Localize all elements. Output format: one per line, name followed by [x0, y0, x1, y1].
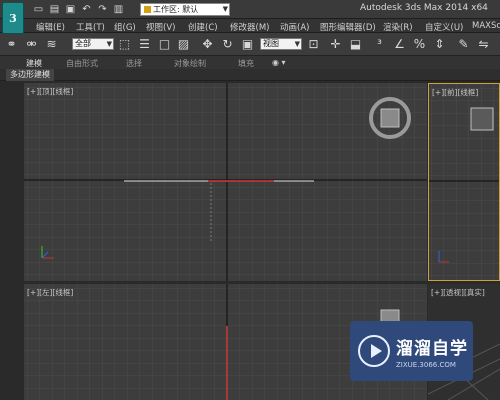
viewcube-front-icon[interactable]	[470, 107, 494, 131]
viewport-front-grid	[429, 84, 499, 280]
tab-selection[interactable]: 选择	[126, 58, 142, 69]
workspace-icon	[144, 6, 151, 13]
viewport-top[interactable]: [+][顶][线框]	[24, 83, 427, 281]
menu-bar: 编辑(E) 工具(T) 组(G) 视图(V) 创建(C) 修改器(M) 动画(A…	[0, 19, 500, 33]
chevron-down-icon: ▼	[294, 40, 300, 48]
watermark-url: ZIXUE.3066.COM	[396, 360, 456, 369]
workspace-dropdown[interactable]: 工作区: 默认 ▼	[140, 3, 230, 16]
menu-edit[interactable]: 编辑(E)	[36, 21, 65, 33]
pivot-center-icon[interactable]: ⊡	[306, 37, 321, 52]
tab-object-paint[interactable]: 对象绘制	[174, 58, 206, 69]
project-folder-icon[interactable]: ▥	[112, 3, 125, 16]
snaps-toggle-icon[interactable]: ³	[372, 37, 387, 52]
tab-freeform[interactable]: 自由形式	[66, 58, 98, 69]
redo-icon[interactable]: ↷	[96, 3, 109, 16]
tab-modeling[interactable]: 建模	[26, 58, 42, 69]
menu-graph-editors[interactable]: 图形编辑器(D)	[320, 21, 376, 33]
chevron-down-icon: ▼	[222, 5, 228, 13]
move-icon[interactable]: ✥	[200, 37, 215, 52]
spinner-snap-icon[interactable]: ⇕	[432, 37, 447, 52]
menu-view[interactable]: 视图(V)	[146, 21, 175, 33]
selection-filter-dropdown[interactable]: 全部 ▼	[72, 38, 114, 50]
select-object-icon[interactable]: ⬚	[117, 37, 132, 52]
bind-spacewarp-icon[interactable]: ≋	[44, 37, 59, 52]
title-bar: 3 ▭ ▤ ▣ ↶ ↷ ▥ 工作区: 默认 ▼ Autodesk 3ds Max…	[0, 0, 500, 34]
menu-customize[interactable]: 自定义(U)	[425, 21, 463, 33]
viewport-top-label[interactable]: [+][顶][线框]	[27, 86, 73, 97]
watermark: 溜溜自学 ZIXUE.3066.COM	[350, 321, 473, 381]
viewport-top-grid	[24, 83, 427, 281]
viewport-left-label[interactable]: [+][左][线框]	[27, 287, 73, 298]
menu-modifiers[interactable]: 修改器(M)	[230, 21, 269, 33]
rectangular-selection-icon[interactable]: □	[157, 37, 172, 52]
reference-coordinate-value: 视图	[263, 39, 279, 48]
percent-snap-icon[interactable]: %	[412, 37, 427, 52]
select-by-name-icon[interactable]: ☰	[137, 37, 152, 52]
scale-icon[interactable]: ▣	[240, 37, 255, 52]
angle-snap-icon[interactable]: ∠	[392, 37, 407, 52]
selection-filter-value: 全部	[75, 39, 91, 48]
main-toolbar: ⚭ ⚮ ≋ 全部 ▼ ⬚ ☰ □ ▨ ✥ ↻ ▣ 视图 ▼ ⊡ ✛ ⬓ ³ ∠ …	[0, 33, 500, 56]
menu-animation[interactable]: 动画(A)	[280, 21, 309, 33]
window-title: Autodesk 3ds Max 2014 x64	[360, 3, 488, 13]
keyboard-shortcut-override-icon[interactable]: ⬓	[348, 37, 363, 52]
ribbon-tabs: 建模 自由形式 选择 对象绘制 填充 ◉ ▾	[0, 56, 500, 69]
menu-create[interactable]: 创建(C)	[188, 21, 218, 33]
watermark-brand: 溜溜自学	[396, 338, 468, 359]
link-icon[interactable]: ⚭	[4, 37, 19, 52]
edit-named-selection-icon[interactable]: ✎	[456, 37, 471, 52]
menu-tools[interactable]: 工具(T)	[76, 21, 105, 33]
menu-maxscript[interactable]: MAXScr	[472, 21, 500, 31]
viewport-perspective-label[interactable]: [+][透视][真实]	[431, 287, 485, 298]
reference-coordinate-dropdown[interactable]: 视图 ▼	[260, 38, 302, 50]
open-file-icon[interactable]: ▤	[48, 3, 61, 16]
app-logo-letter: 3	[9, 11, 17, 25]
mirror-icon[interactable]: ⇋	[476, 37, 491, 52]
rotate-icon[interactable]: ↻	[220, 37, 235, 52]
app-logo-button[interactable]: 3	[2, 2, 24, 34]
viewport-front[interactable]: [+][前][线框]	[428, 83, 500, 281]
menu-group[interactable]: 组(G)	[114, 21, 136, 33]
polygon-modeling-panel[interactable]: 多边形建模	[6, 69, 54, 81]
unlink-icon[interactable]: ⚮	[24, 37, 39, 52]
new-file-icon[interactable]: ▭	[32, 3, 45, 16]
watermark-play-icon	[358, 335, 390, 367]
quick-access-toolbar: ▭ ▤ ▣ ↶ ↷ ▥	[32, 3, 125, 16]
select-manipulate-icon[interactable]: ✛	[328, 37, 343, 52]
ribbon-options-icon[interactable]: ◉ ▾	[272, 58, 286, 67]
ribbon-panel-bar: 多边形建模	[0, 69, 500, 81]
tab-populate[interactable]: 填充	[238, 58, 254, 69]
menu-rendering[interactable]: 渲染(R)	[383, 21, 413, 33]
workspace-label: 工作区: 默认	[153, 5, 199, 14]
undo-icon[interactable]: ↶	[80, 3, 93, 16]
viewport-front-label[interactable]: [+][前][线框]	[432, 87, 478, 98]
save-file-icon[interactable]: ▣	[64, 3, 77, 16]
window-crossing-icon[interactable]: ▨	[176, 37, 191, 52]
chevron-down-icon: ▼	[106, 40, 112, 48]
